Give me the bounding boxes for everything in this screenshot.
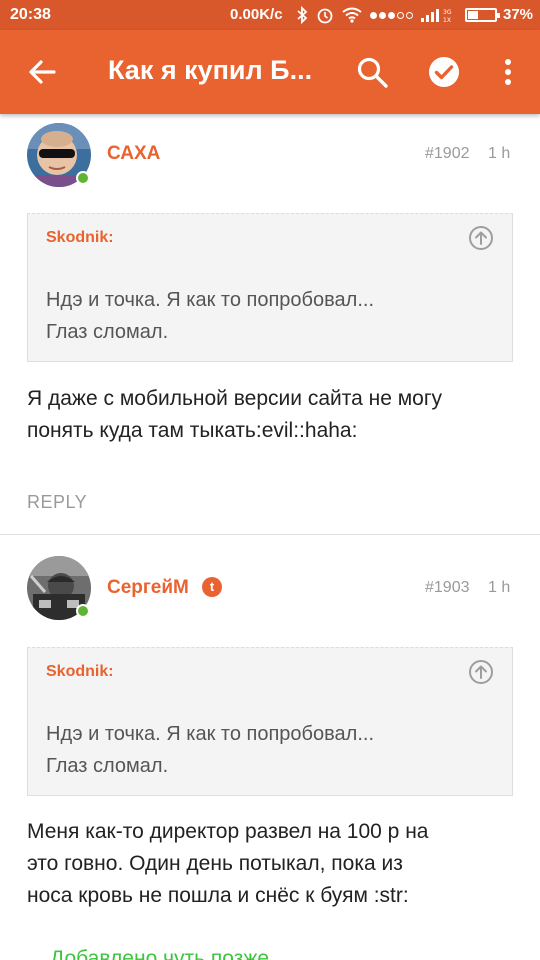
comment-time: 1 h <box>488 145 511 162</box>
comment-line: Я даже с мобильной версии сайта не могу <box>27 387 443 410</box>
page-title: Как я купил Б... <box>108 55 313 85</box>
arrow-up-circle-icon[interactable] <box>468 225 494 251</box>
svg-text:1X: 1X <box>443 17 451 23</box>
comment-1902: САХА #1902 1 h Skodnik: Ндэ и точка. Я к… <box>0 114 540 534</box>
signal-dots-icon <box>370 11 413 19</box>
bluetooth-icon <box>297 6 308 24</box>
comment-line: это говно. Один день потыкал, пока из <box>27 852 403 875</box>
quote-line: Ндэ и точка. Я как то попробовал... <box>46 723 374 745</box>
quote-line: Глаз сломал. <box>46 321 169 343</box>
quote-author[interactable]: Skodnik: <box>46 663 114 681</box>
reply-button[interactable]: REPLY <box>27 492 87 513</box>
comment-author[interactable]: СергейМ <box>107 577 189 599</box>
svg-text:3G: 3G <box>443 9 452 16</box>
comment-number[interactable]: #1903 <box>425 579 470 597</box>
comment-number[interactable]: #1902 <box>425 145 470 163</box>
status-bar: 20:38 0.00K/c 3G 1X 37% <box>0 0 540 30</box>
app-bar: Как я купил Б... <box>0 30 540 114</box>
quote-line: Глаз сломал. <box>46 755 169 777</box>
comment-line: понять куда там тыкать:evil::haha: <box>27 419 358 442</box>
quote-line: Ндэ и точка. Я как то попробовал... <box>46 289 374 311</box>
comment-author[interactable]: САХА <box>107 143 160 165</box>
signal-bars-icon: 3G1X <box>421 9 452 23</box>
arrow-up-circle-icon[interactable] <box>468 659 494 685</box>
battery-icon <box>465 8 500 22</box>
status-icons: 3G 1X <box>296 5 457 25</box>
comment-line: носа кровь не пошла и снёс к буям :str: <box>27 884 409 907</box>
edited-note: Добавлено чуть позже <box>50 947 270 960</box>
more-vertical-icon[interactable] <box>490 54 526 90</box>
topic-starter-badge: t <box>202 577 222 597</box>
search-icon[interactable] <box>354 54 390 90</box>
back-arrow-icon[interactable] <box>24 54 60 90</box>
quote-text: Ндэ и точка. Я как то попробовал... Глаз… <box>46 284 486 348</box>
comment-time: 1 h <box>488 579 511 596</box>
comment-body: Я даже с мобильной версии сайта не могу … <box>27 383 517 447</box>
quote-author[interactable]: Skodnik: <box>46 229 114 247</box>
wifi-icon <box>342 7 362 23</box>
quote-block: Skodnik: Ндэ и точка. Я как то попробова… <box>27 647 513 796</box>
online-indicator <box>76 604 90 618</box>
status-time: 20:38 <box>10 6 51 23</box>
comment-1903: СергейМ t #1903 1 h Skodnik: Ндэ и точка… <box>0 535 540 960</box>
quote-text: Ндэ и точка. Я как то попробовал... Глаз… <box>46 718 486 782</box>
network-speed: 0.00K/c <box>230 6 283 23</box>
alarm-icon <box>317 8 333 24</box>
quote-block: Skodnik: Ндэ и точка. Я как то попробова… <box>27 213 513 362</box>
comment-line: Меня как-то директор развел на 100 р на <box>27 820 429 843</box>
battery-percent: 37% <box>503 6 534 23</box>
comment-body: Меня как-то директор развел на 100 р на … <box>27 816 517 912</box>
online-indicator <box>76 171 90 185</box>
check-circle-icon[interactable] <box>426 54 462 90</box>
avatar[interactable] <box>27 123 91 187</box>
avatar[interactable] <box>27 556 91 620</box>
